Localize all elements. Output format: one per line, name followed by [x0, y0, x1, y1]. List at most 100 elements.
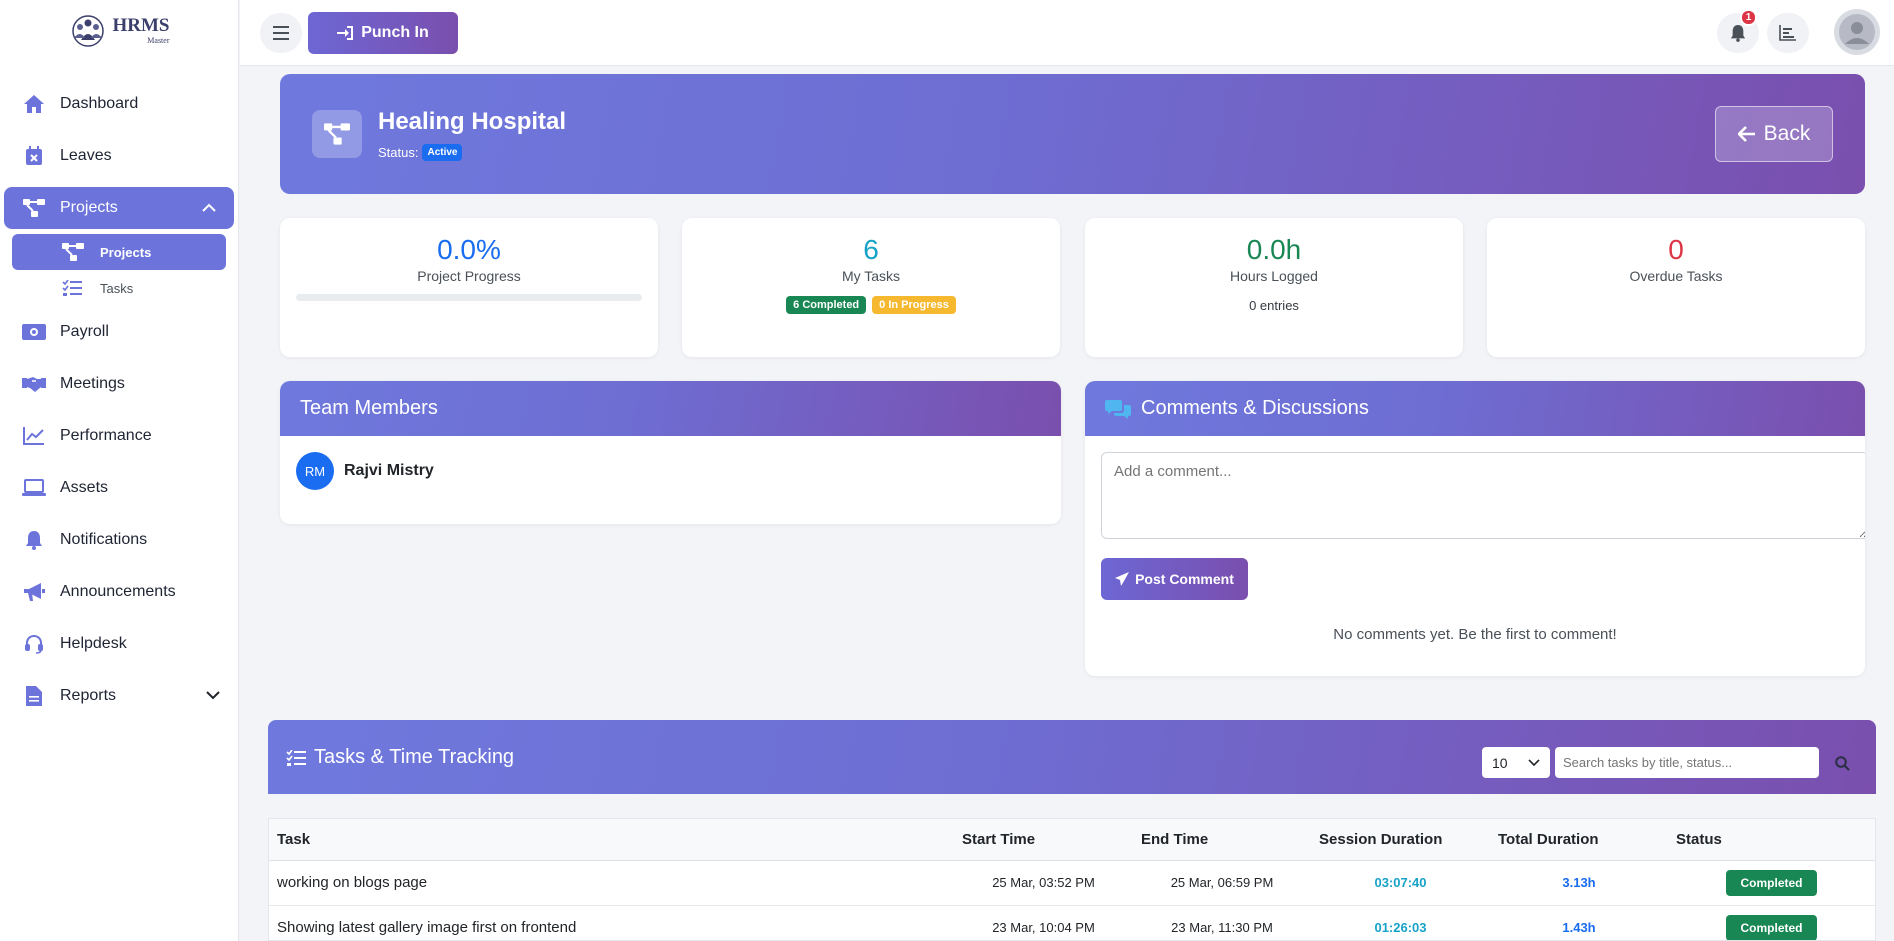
- project-diagram-icon: [22, 197, 46, 219]
- status-cell: Completed: [1668, 905, 1875, 940]
- overdue-tasks-card: 0 Overdue Tasks: [1487, 218, 1865, 357]
- sidebar-item-dashboard[interactable]: Dashboard: [0, 78, 238, 130]
- my-tasks-label: My Tasks: [841, 268, 901, 284]
- tasks-title-wrap: Tasks & Time Tracking: [286, 746, 514, 769]
- tasks-header: Tasks & Time Tracking 10: [268, 720, 1876, 794]
- brand-logo[interactable]: HRMS Master: [0, 0, 238, 62]
- sidebar-item-label: Payroll: [60, 323, 109, 340]
- task-name: working on blogs page: [269, 860, 954, 906]
- status-cell: Completed: [1668, 860, 1875, 906]
- progress-label: Project Progress: [417, 268, 521, 284]
- tasks-icon: [286, 749, 306, 766]
- page-size-value: 10: [1492, 754, 1508, 771]
- sidebar-item-reports[interactable]: Reports: [0, 670, 238, 722]
- menu-icon: [273, 26, 289, 40]
- avatar: RM: [296, 452, 334, 490]
- hours-label: Hours Logged: [1230, 268, 1318, 284]
- start-time: 23 Mar, 10:04 PM: [954, 905, 1133, 940]
- punch-in-button[interactable]: Punch In: [308, 12, 458, 54]
- sidebar-item-label: Meetings: [60, 375, 125, 392]
- tasks-table-container: Task Start Time End Time Session Duratio…: [268, 818, 1876, 941]
- back-button[interactable]: Back: [1715, 106, 1833, 162]
- sidebar-item-helpdesk[interactable]: Helpdesk: [0, 618, 238, 670]
- post-comment-button[interactable]: Post Comment: [1101, 558, 1248, 600]
- overdue-value: 0: [1668, 234, 1684, 265]
- submenu-item-tasks[interactable]: Tasks: [0, 270, 238, 306]
- comment-input[interactable]: [1101, 452, 1865, 539]
- home-icon: [22, 93, 46, 115]
- column-task[interactable]: Task: [269, 819, 954, 861]
- table-row[interactable]: Showing latest gallery image first on fr…: [269, 905, 1875, 940]
- user-avatar-icon: [1839, 14, 1875, 50]
- status-label: Status:: [378, 145, 419, 160]
- user-avatar-button[interactable]: [1834, 9, 1880, 55]
- session-duration: 03:07:40: [1311, 860, 1490, 906]
- status-badge: Completed: [1726, 869, 1817, 896]
- sidebar-item-assets[interactable]: Assets: [0, 462, 238, 514]
- task-search-input[interactable]: [1555, 747, 1819, 778]
- sidebar-item-leaves[interactable]: Leaves: [0, 130, 238, 182]
- hours-value: 0.0h: [1246, 234, 1302, 265]
- page-size-select[interactable]: 10: [1482, 747, 1550, 778]
- submenu-item-projects[interactable]: Projects: [12, 234, 226, 270]
- hours-logged-card: 0.0h Hours Logged 0 entries: [1085, 218, 1463, 357]
- end-time: 25 Mar, 06:59 PM: [1133, 860, 1311, 906]
- tasks-icon: [62, 280, 84, 296]
- member-name: Rajvi Mistry: [344, 462, 434, 479]
- project-progress-card: 0.0% Project Progress: [280, 218, 658, 357]
- total-duration: 3.13h: [1490, 860, 1668, 906]
- team-members-title: Team Members: [300, 397, 438, 419]
- column-start-time[interactable]: Start Time: [954, 819, 1133, 861]
- column-status[interactable]: Status: [1668, 819, 1875, 861]
- chevron-up-icon: [202, 199, 216, 217]
- sidebar-toggle-button[interactable]: [260, 13, 302, 53]
- entries-count: 0 entries: [1249, 298, 1299, 313]
- start-time: 25 Mar, 03:52 PM: [954, 860, 1133, 906]
- status-badge: Active: [422, 144, 463, 161]
- project-diagram-icon: [312, 110, 362, 158]
- submenu-item-label: Tasks: [100, 280, 134, 296]
- chart-button[interactable]: [1767, 13, 1809, 53]
- team-members-header: Team Members: [280, 381, 1061, 436]
- empty-comments-message: No comments yet. Be the first to comment…: [1333, 626, 1617, 643]
- sign-in-icon: [337, 26, 354, 40]
- search-button[interactable]: [1830, 751, 1854, 775]
- project-diagram-icon: [62, 243, 84, 261]
- back-arrow-icon: [1737, 126, 1755, 142]
- chart-line-icon: [22, 425, 46, 447]
- column-session-duration[interactable]: Session Duration: [1311, 819, 1490, 861]
- calendar-x-icon: [22, 145, 46, 167]
- table-row[interactable]: working on blogs page 25 Mar, 03:52 PM 2…: [269, 860, 1875, 906]
- progress-bar: [296, 294, 642, 301]
- sidebar-item-label: Notifications: [60, 531, 148, 548]
- sidebar-item-notifications[interactable]: Notifications: [0, 514, 238, 566]
- sidebar-item-label: Performance: [60, 427, 152, 444]
- project-status: Status: Active: [378, 144, 463, 161]
- column-end-time[interactable]: End Time: [1133, 819, 1311, 861]
- sidebar-item-label: Projects: [60, 199, 118, 216]
- my-tasks-card: 6 My Tasks 6 Completed 0 In Progress: [682, 218, 1060, 357]
- sidebar-item-projects[interactable]: Projects: [4, 187, 234, 229]
- sidebar: HRMS Master Dashboard Leaves Projects Pr…: [0, 0, 239, 941]
- sidebar-item-label: Leaves: [60, 147, 112, 164]
- logo-people-icon: [71, 15, 104, 47]
- comments-header: Comments & Discussions: [1085, 381, 1865, 436]
- search-icon: [1834, 755, 1850, 771]
- topbar: Punch In 1: [240, 0, 1894, 66]
- tasks-table: Task Start Time End Time Session Duratio…: [269, 819, 1875, 940]
- sidebar-item-payroll[interactable]: Payroll: [0, 306, 238, 358]
- task-name: Showing latest gallery image first on fr…: [269, 905, 954, 940]
- notifications-button[interactable]: 1: [1717, 9, 1759, 53]
- sidebar-item-announcements[interactable]: Announcements: [0, 566, 238, 618]
- comments-panel: Comments & Discussions Post Comment No c…: [1085, 381, 1865, 676]
- sidebar-item-performance[interactable]: Performance: [0, 410, 238, 462]
- sidebar-item-label: Helpdesk: [60, 635, 127, 652]
- brand-sub: Master: [147, 35, 170, 45]
- paper-plane-icon: [1115, 572, 1130, 586]
- progress-value: 0.0%: [437, 234, 501, 265]
- status-badge: Completed: [1726, 914, 1817, 940]
- team-member-item[interactable]: RM Rajvi Mistry: [280, 436, 1061, 506]
- completed-badge: 6 Completed: [786, 296, 867, 314]
- sidebar-item-meetings[interactable]: Meetings: [0, 358, 238, 410]
- column-total-duration[interactable]: Total Duration: [1490, 819, 1668, 861]
